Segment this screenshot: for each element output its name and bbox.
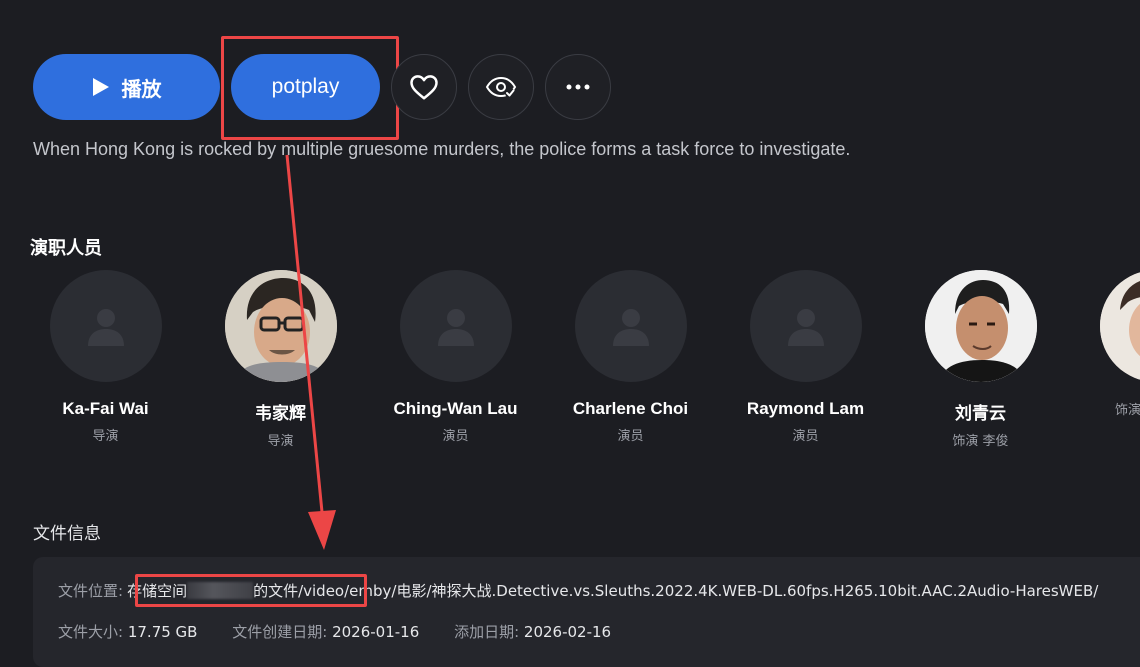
file-size-label: 文件大小: (58, 623, 124, 641)
cast-member[interactable]: 韦家辉 导演 (193, 270, 368, 449)
cast-member[interactable]: 饰演 (1068, 270, 1140, 418)
cast-role: 导演 (267, 434, 294, 449)
file-meta-row: 文件大小: 17.75 GB 文件创建日期: 2026-01-16 添加日期: … (58, 621, 611, 642)
file-location-prefix: 存储空间 (127, 582, 188, 600)
person-icon (787, 309, 824, 346)
avatar-photo (924, 270, 1037, 382)
avatar-photo (1100, 270, 1140, 382)
avatar-placeholder (749, 270, 862, 382)
play-icon (92, 78, 109, 96)
file-info-title: 文件信息 (33, 524, 101, 544)
potplay-button[interactable]: potplay (231, 54, 380, 120)
watched-button[interactable] (468, 54, 534, 120)
potplay-label: potplay (271, 75, 340, 98)
avatar-placeholder (399, 270, 512, 382)
cast-role: 饰演 李俊 (952, 434, 1009, 449)
overview-text: When Hong Kong is rocked by multiple gru… (33, 139, 851, 159)
portrait-man (924, 270, 1037, 382)
cast-name: 刘青云 (955, 404, 1006, 423)
cast-name: Charlene Choi (572, 399, 689, 418)
eye-check-icon (485, 76, 517, 98)
favorite-button[interactable] (391, 54, 457, 120)
cast-name: Raymond Lam (746, 399, 865, 418)
file-info-panel (33, 557, 1140, 667)
person-icon (87, 309, 124, 346)
person-icon (612, 309, 649, 346)
cast-role: 导演 (92, 429, 119, 444)
cast-role: 演员 (442, 429, 469, 444)
cast-member[interactable]: Raymond Lam 演员 (718, 270, 893, 444)
avatar-placeholder (574, 270, 687, 382)
file-created-label: 文件创建日期: (232, 623, 328, 641)
cast-name: Ching-Wan Lau (393, 399, 518, 418)
more-button[interactable] (545, 54, 611, 120)
file-created-value: 2026-01-16 (332, 623, 420, 641)
file-added-label: 添加日期: (454, 623, 520, 641)
file-added-value: 2026-02-16 (523, 623, 612, 641)
cast-name: Ka-Fai Wai (62, 399, 149, 418)
play-label: 播放 (121, 76, 162, 101)
person-icon (437, 309, 474, 346)
cast-role: 演员 (617, 429, 644, 444)
file-location-label: 文件位置: (58, 582, 124, 600)
file-size-value: 17.75 GB (127, 623, 198, 641)
cast-member[interactable]: Ka-Fai Wai 导演 (18, 270, 193, 444)
cast-name: 韦家辉 (255, 404, 306, 423)
heart-icon (410, 75, 438, 100)
file-location-row: 文件位置: 存储空间 的文件/video/emby/电影/神探大战.Detectiv… (58, 580, 1098, 601)
cast-section-title: 演职人员 (30, 238, 102, 259)
redacted-blur (187, 582, 254, 599)
cast-role: 演员 (792, 429, 819, 444)
play-button[interactable]: 播放 (33, 54, 220, 120)
file-location-value[interactable]: 的文件/video/emby/电影/神探大战.Detective.vs.Sleu… (253, 582, 1098, 600)
cast-role: 饰演 (1115, 403, 1140, 418)
more-dots-icon (566, 84, 590, 90)
portrait-partial (1100, 270, 1140, 382)
avatar-placeholder (49, 270, 162, 382)
cast-member[interactable]: 刘青云 饰演 李俊 (893, 270, 1068, 449)
portrait-man-glasses (224, 270, 337, 382)
cast-member[interactable]: Ching-Wan Lau 演员 (368, 270, 543, 444)
cast-member[interactable]: Charlene Choi 演员 (543, 270, 718, 444)
avatar-photo (224, 270, 337, 382)
